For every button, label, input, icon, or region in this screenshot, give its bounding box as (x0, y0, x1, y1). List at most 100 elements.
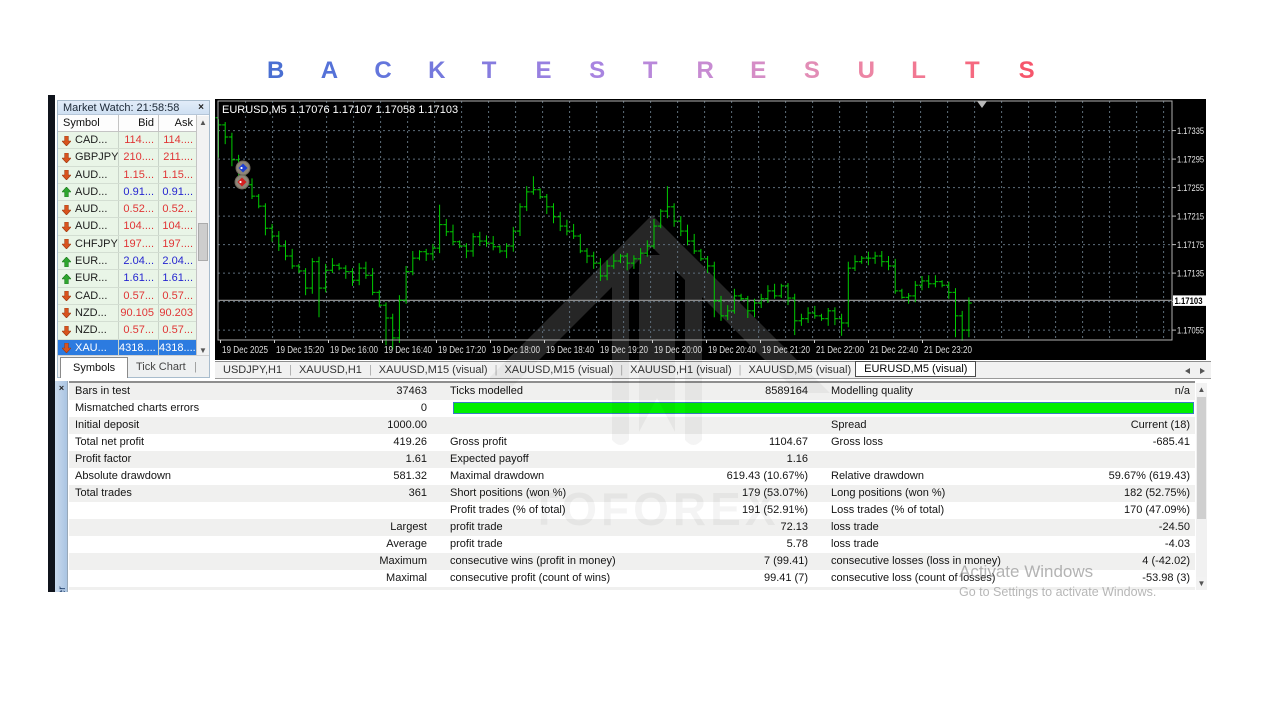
banner-letter: K (428, 57, 482, 85)
tab-scroll-left-icon[interactable] (1185, 368, 1190, 374)
symbol-cell: XAU... (75, 340, 117, 357)
banner-letter: S (589, 57, 643, 85)
market-watch-row[interactable]: NZD...0.57...0.57... (58, 322, 209, 339)
tab-scroll-right-icon[interactable] (1200, 368, 1205, 374)
market-watch-row[interactable]: CAD...114....114.... (58, 132, 209, 149)
report-row[interactable]: Averageprofit trade5.78loss trade-4.03 (69, 536, 1195, 553)
report-value-2: 1.16 (569, 451, 808, 468)
svg-text:1.17135: 1.17135 (1177, 268, 1204, 279)
report-row[interactable]: Initial deposit1000.00SpreadCurrent (18) (69, 417, 1195, 434)
column-header-bid[interactable]: Bid (119, 115, 154, 132)
report-value-3: 1 (950, 587, 1190, 590)
price-chart[interactable]: EURUSD,M5 1.17076 1.17107 1.17058 1.1710… (215, 99, 1206, 360)
svg-text:19 Dec 16:00: 19 Dec 16:00 (330, 345, 378, 356)
report-label-3: Loss trades (% of total) (831, 502, 944, 519)
banner-letter: C (374, 57, 428, 85)
market-watch-row[interactable]: AUD...104....104.... (58, 218, 209, 235)
report-row[interactable]: Profit factor1.61Expected payoff1.16 (69, 451, 1195, 468)
tester-close-icon[interactable]: × (55, 382, 68, 394)
report-row[interactable]: Bars in test37463Ticks modelled8589164Mo… (69, 383, 1195, 400)
report-value-2: 2 (569, 587, 808, 590)
tab-scroll-arrows[interactable] (1183, 367, 1207, 376)
report-value-1: Largest (169, 519, 427, 536)
ask-cell: 211.... (159, 149, 193, 166)
svg-text:19 Dec 18:40: 19 Dec 18:40 (546, 345, 594, 356)
ask-cell: 0.57... (159, 322, 193, 339)
svg-text:EURUSD,M5 1.17076 1.17107 1.1: EURUSD,M5 1.17076 1.17107 1.17058 1.1710… (222, 104, 458, 116)
report-value-2: 8589164 (569, 383, 808, 400)
chart-tab[interactable]: XAUUSD,H1 (299, 364, 362, 376)
svg-text:1.17055: 1.17055 (1177, 325, 1204, 336)
chart-tab[interactable]: USDJPY,H1 (223, 364, 282, 376)
report-row[interactable]: Total trades361Short positions (won %)17… (69, 485, 1195, 502)
market-watch-scrollbar[interactable]: ▲ ▼ (196, 116, 209, 357)
chart-tab[interactable]: XAUUSD,M5 (visual) (748, 364, 851, 376)
market-watch-row[interactable]: AUD...1.15...1.15... (58, 167, 209, 184)
market-watch-row[interactable]: NZD...90.10590.203 (58, 305, 209, 322)
modelling-quality-bar (453, 402, 1194, 415)
chart-tab[interactable]: EURUSD,M5 (visual) (855, 361, 976, 377)
bid-cell: 114.... (119, 132, 154, 149)
report-label-1: Initial deposit (75, 417, 139, 434)
market-watch-row[interactable]: AUD...0.91...0.91... (58, 184, 209, 201)
svg-text:1.17103: 1.17103 (1175, 296, 1203, 307)
report-value-1: Maximal (169, 570, 427, 587)
report-value-3: -24.50 (950, 519, 1190, 536)
market-watch-row[interactable]: GBPJPY210....211.... (58, 149, 209, 166)
scrollbar-thumb[interactable] (198, 223, 208, 261)
report-row[interactable]: Mismatched charts errors0 (69, 400, 1195, 417)
report-row[interactable]: Profit trades (% of total)191 (52.91%)Lo… (69, 502, 1195, 519)
report-value-3: n/a (950, 383, 1190, 400)
svg-text:21 Dec 22:40: 21 Dec 22:40 (870, 345, 918, 356)
page-title: BACKTESTRESULTS (267, 57, 1072, 85)
report-row[interactable]: Maximalconsecutive profit (count of wins… (69, 570, 1195, 587)
scrollbar-thumb[interactable] (1197, 397, 1206, 519)
report-scrollbar[interactable]: ▲ ▼ (1196, 383, 1207, 590)
bid-cell: 0.57... (119, 288, 154, 305)
market-watch-titlebar: Market Watch: 21:58:58 × (58, 101, 209, 115)
report-row[interactable]: Maximumconsecutive wins (profit in money… (69, 553, 1195, 570)
svg-text:19 Dec 18:00: 19 Dec 18:00 (492, 345, 540, 356)
market-watch-row[interactable]: EUR...1.61...1.61... (58, 270, 209, 287)
report-row[interactable]: Absolute drawdown581.32Maximal drawdown6… (69, 468, 1195, 485)
report-value-2: 191 (52.91%) (569, 502, 808, 519)
svg-text:1.17335: 1.17335 (1177, 126, 1204, 137)
scroll-up-icon[interactable]: ▲ (1196, 383, 1207, 396)
market-watch-row[interactable]: AUD...0.52...0.52... (58, 201, 209, 218)
market-watch-tabs: Symbols Tick Chart | (58, 355, 209, 377)
ask-cell: 2.04... (159, 253, 193, 270)
ask-cell: 104.... (159, 218, 193, 235)
report-row[interactable]: Averageconsecutive wins2consecutive loss… (69, 587, 1195, 590)
svg-text:19 Dec 16:40: 19 Dec 16:40 (384, 345, 432, 356)
chart-tab[interactable]: XAUUSD,H1 (visual) (630, 364, 731, 376)
report-label-2: profit trade (450, 536, 503, 553)
column-header-ask[interactable]: Ask (159, 115, 193, 132)
scroll-down-icon[interactable]: ▼ (1196, 577, 1207, 590)
banner-letter: T (643, 57, 697, 85)
svg-text:19 Dec 21:20: 19 Dec 21:20 (762, 345, 810, 356)
tab-symbols[interactable]: Symbols (60, 357, 128, 378)
ask-cell: 4318.... (159, 340, 193, 357)
window-edge-strip (48, 95, 55, 592)
banner-letter: R (697, 57, 751, 85)
report-label-2: Maximal drawdown (450, 468, 544, 485)
report-value-3: -4.03 (950, 536, 1190, 553)
report-row[interactable]: Largestprofit trade72.13loss trade-24.50 (69, 519, 1195, 536)
report-value-1: Average (169, 536, 427, 553)
market-watch-row[interactable]: CHFJPY197....197.... (58, 236, 209, 253)
scroll-up-icon[interactable]: ▲ (197, 116, 209, 129)
tab-tick-chart[interactable]: Tick Chart (136, 357, 186, 377)
symbol-cell: NZD... (75, 305, 117, 322)
market-watch-row[interactable]: EUR...2.04...2.04... (58, 253, 209, 270)
svg-text:1.17295: 1.17295 (1177, 154, 1204, 165)
market-watch-row[interactable]: CAD...0.57...0.57... (58, 288, 209, 305)
report-value-3: 4 (-42.02) (950, 553, 1190, 570)
ask-cell: 1.61... (159, 270, 193, 287)
chart-tab[interactable]: XAUUSD,M15 (visual) (504, 364, 613, 376)
column-header-symbol[interactable]: Symbol (63, 115, 115, 132)
close-icon[interactable]: × (196, 101, 206, 115)
chart-tab[interactable]: XAUUSD,M15 (visual) (379, 364, 488, 376)
bid-cell: 1.61... (119, 270, 154, 287)
report-row[interactable]: Total net profit419.26Gross profit1104.6… (69, 434, 1195, 451)
svg-text:21 Dec 22:00: 21 Dec 22:00 (816, 345, 864, 356)
